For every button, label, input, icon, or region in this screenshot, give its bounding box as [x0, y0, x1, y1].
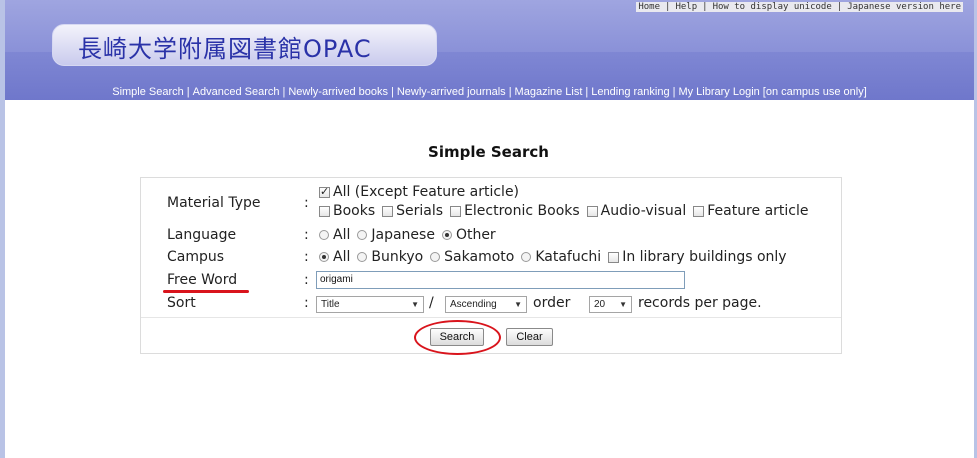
colon: :: [304, 195, 309, 211]
radio-icon: [357, 230, 368, 240]
language-options: All Japanese Other: [319, 227, 503, 243]
checkbox-icon: [450, 205, 462, 217]
site-logo[interactable]: 長崎大学附属図書館OPAC: [78, 29, 372, 64]
separator: |: [672, 86, 676, 98]
campus-all-radio[interactable]: All: [319, 249, 350, 265]
select-value: Ascending: [450, 299, 497, 310]
language-other-radio[interactable]: Other: [441, 227, 496, 243]
separator: |: [508, 86, 512, 98]
nav-magazine-list[interactable]: Magazine List: [515, 86, 583, 98]
radio-label: All: [333, 227, 351, 243]
radio-icon: [521, 252, 532, 262]
campus-bunkyo-radio[interactable]: Bunkyo: [357, 249, 423, 265]
colon: :: [304, 272, 309, 288]
language-japanese-radio[interactable]: Japanese: [357, 227, 435, 243]
separator: |: [282, 86, 286, 98]
material-type-row1: All (Except Feature article): [319, 184, 526, 200]
radio-label: Japanese: [371, 227, 435, 243]
nav-new-journals[interactable]: Newly-arrived journals: [397, 86, 506, 98]
nav-new-books[interactable]: Newly-arrived books: [288, 86, 388, 98]
main-nav: Simple Search | Advanced Search | Newly-arri…: [5, 86, 974, 98]
page-title: Simple Search: [428, 143, 549, 161]
campus-options: All Bunkyo Sakamoto Katafuchi In library…: [319, 249, 794, 265]
radio-label: Sakamoto: [444, 249, 515, 265]
radio-icon: [430, 252, 441, 262]
sort-slash: /: [429, 295, 434, 311]
colon: :: [304, 295, 309, 311]
in-library-only-checkbox[interactable]: In library buildings only: [608, 249, 787, 265]
separator: |: [836, 2, 843, 12]
material-type-row2: Books Serials Electronic Books Audio-vis…: [319, 203, 816, 219]
radio-icon: [357, 252, 368, 262]
language-all-radio[interactable]: All: [319, 227, 350, 243]
unicode-help-link[interactable]: How to display unicode: [713, 2, 832, 12]
japanese-version-link[interactable]: Japanese version here: [847, 2, 961, 12]
language-label: Language: [167, 227, 237, 243]
material-type-label: Material Type: [167, 195, 261, 211]
checkbox-label: All (Except Feature article): [333, 184, 520, 200]
clear-button[interactable]: Clear: [506, 328, 553, 346]
select-value: 20: [594, 299, 606, 310]
colon: :: [304, 249, 309, 265]
sort-field-select[interactable]: Title ▼: [316, 296, 424, 313]
checkbox-checked-icon: [319, 185, 330, 198]
material-ebooks-checkbox[interactable]: Electronic Books: [450, 203, 580, 219]
nav-lending-ranking[interactable]: Lending ranking: [591, 86, 669, 98]
colon: :: [304, 227, 309, 243]
nav-simple-search[interactable]: Simple Search: [112, 86, 184, 98]
sort-order-select[interactable]: Ascending ▼: [445, 296, 527, 313]
annotation-underline: [163, 290, 249, 293]
chevron-down-icon: ▼: [619, 300, 627, 309]
separator: |: [665, 2, 671, 12]
checkbox-label: Electronic Books: [464, 203, 580, 219]
checkbox-label: Audio-visual: [600, 203, 687, 219]
per-page-select[interactable]: 20 ▼: [589, 296, 632, 313]
checkbox-icon: [319, 205, 330, 217]
separator: |: [585, 86, 589, 98]
top-links: Home | Help | How to display unicode | Japanes…: [636, 2, 963, 12]
select-value: Title: [321, 299, 340, 310]
material-serials-checkbox[interactable]: Serials: [382, 203, 443, 219]
checkbox-label: In library buildings only: [622, 249, 787, 265]
radio-icon: [319, 230, 329, 240]
campus-sakamoto-radio[interactable]: Sakamoto: [430, 249, 514, 265]
nav-advanced-search[interactable]: Advanced Search: [193, 86, 280, 98]
free-word-label: Free Word: [167, 272, 238, 288]
checkbox-label: Serials: [396, 203, 444, 219]
checkbox-icon: [693, 205, 705, 217]
per-page-text: records per page.: [638, 295, 762, 311]
material-all-checkbox[interactable]: All (Except Feature article): [319, 184, 519, 200]
sort-label: Sort: [167, 295, 196, 311]
separator: |: [186, 86, 190, 98]
campus-label: Campus: [167, 249, 225, 265]
nav-my-library-login[interactable]: My Library Login [on campus use only]: [678, 86, 866, 98]
material-audio-visual-checkbox[interactable]: Audio-visual: [586, 203, 687, 219]
campus-katafuchi-radio[interactable]: Katafuchi: [521, 249, 601, 265]
radio-label: Bunkyo: [371, 249, 424, 265]
checkbox-label: Books: [333, 203, 376, 219]
divider: [141, 317, 841, 318]
free-word-input[interactable]: origami: [316, 271, 685, 289]
checkbox-icon: [382, 205, 394, 217]
home-link[interactable]: Home: [638, 2, 660, 12]
material-books-checkbox[interactable]: Books: [319, 203, 375, 219]
checkbox-icon: [608, 251, 620, 263]
help-link[interactable]: Help: [675, 2, 697, 12]
separator: |: [702, 2, 708, 12]
checkbox-icon: [586, 205, 598, 217]
material-feature-article-checkbox[interactable]: Feature article: [693, 203, 809, 219]
annotation-circle: [414, 320, 501, 355]
chevron-down-icon: ▼: [514, 300, 522, 309]
radio-label: Katafuchi: [535, 249, 602, 265]
order-text: order: [533, 295, 571, 311]
chevron-down-icon: ▼: [411, 300, 419, 309]
radio-selected-icon: [319, 252, 329, 262]
checkbox-label: Feature article: [707, 203, 809, 219]
radio-selected-icon: [441, 230, 452, 240]
radio-label: All: [333, 249, 351, 265]
radio-label: Other: [455, 227, 496, 243]
separator: |: [391, 86, 394, 98]
